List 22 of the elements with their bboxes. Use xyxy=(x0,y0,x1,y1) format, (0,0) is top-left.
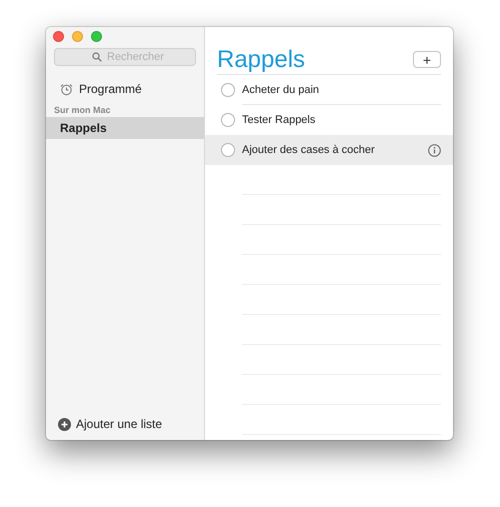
sidebar-item[interactable]: Programmé xyxy=(46,78,204,100)
reminder-text: Acheter du pain xyxy=(242,84,320,96)
sidebar-item[interactable]: Rappels xyxy=(46,117,204,139)
search-icon xyxy=(92,52,102,62)
add-list-button[interactable]: Ajouter une liste xyxy=(46,415,162,433)
minimize-button[interactable] xyxy=(72,31,83,42)
checkbox[interactable] xyxy=(221,113,235,127)
checkbox[interactable] xyxy=(221,143,235,157)
reminder-row[interactable]: Tester Rappels xyxy=(205,105,453,135)
checkbox[interactable] xyxy=(221,83,235,97)
add-button[interactable]: + xyxy=(413,51,441,68)
zoom-button[interactable] xyxy=(91,31,102,42)
reminder-row[interactable]: Acheter du pain xyxy=(205,75,453,105)
info-icon[interactable] xyxy=(428,144,441,156)
reminder-text: Tester Rappels xyxy=(242,114,316,126)
reminder-text: Ajouter des cases à cocher xyxy=(242,144,376,156)
list-title: Rappels xyxy=(217,46,306,74)
reminder-row[interactable]: Ajouter des cases à cocher xyxy=(205,135,453,165)
section-header: Sur mon Mac xyxy=(53,104,112,117)
alarm-clock-icon xyxy=(60,82,73,96)
close-button[interactable] xyxy=(53,31,64,42)
plus-icon xyxy=(58,418,71,430)
